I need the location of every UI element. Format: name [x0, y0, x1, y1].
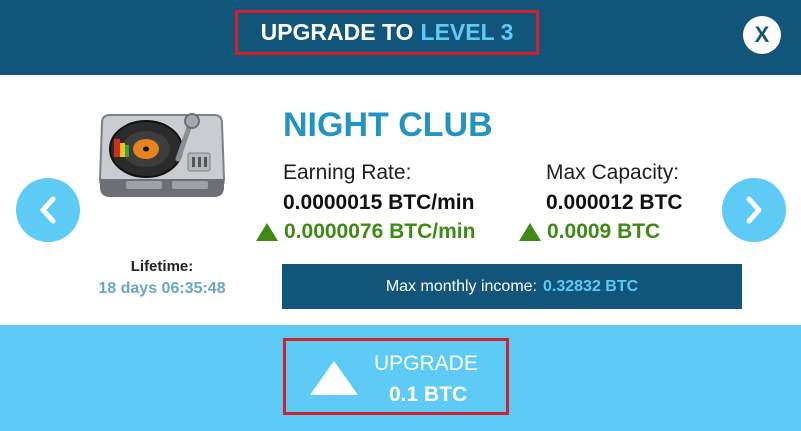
- title-level: LEVEL 3: [420, 19, 514, 45]
- building-name: NIGHT CLUB: [283, 106, 493, 144]
- upgrade-label: UPGRADE: [374, 352, 478, 375]
- income-label: Max monthly income:: [385, 277, 537, 295]
- close-icon: X: [754, 22, 770, 47]
- earning-rate-increase-value: 0.0000076 BTC/min: [284, 220, 476, 243]
- upgrade-arrow-icon: [310, 361, 358, 395]
- max-capacity-value: 0.000012 BTC: [546, 191, 683, 214]
- close-button[interactable]: X: [743, 16, 781, 54]
- earning-rate-increase: 0.0000076 BTC/min: [256, 220, 475, 244]
- upgrade-title: UPGRADE TO LEVEL 3: [235, 10, 539, 55]
- lifetime-value: 18 days 06:35:48: [98, 280, 226, 297]
- dj-turntable-icon: [98, 113, 226, 197]
- max-capacity-label: Max Capacity:: [546, 161, 680, 184]
- max-capacity-increase: 0.0009 BTC: [519, 220, 660, 244]
- earning-rate-label: Earning Rate:: [283, 161, 412, 184]
- max-capacity-increase-value: 0.0009 BTC: [547, 220, 661, 243]
- increase-arrow-icon: [519, 223, 541, 241]
- title-prefix: UPGRADE TO: [260, 19, 414, 45]
- lifetime-label: Lifetime:: [130, 258, 194, 275]
- increase-arrow-icon: [256, 223, 278, 241]
- chevron-left-icon: [40, 196, 56, 224]
- upgrade-price: 0.1 BTC: [389, 383, 468, 406]
- upgrade-button[interactable]: UPGRADE 0.1 BTC: [283, 338, 509, 415]
- max-monthly-income-bar: Max monthly income: 0.32832 BTC: [282, 264, 742, 309]
- next-building-button[interactable]: [722, 178, 786, 242]
- chevron-right-icon: [746, 196, 762, 224]
- earning-rate-value: 0.0000015 BTC/min: [283, 191, 475, 214]
- income-value: 0.32832 BTC: [543, 277, 639, 295]
- previous-building-button[interactable]: [16, 178, 80, 242]
- modal-header: UPGRADE TO LEVEL 3 X: [0, 0, 801, 75]
